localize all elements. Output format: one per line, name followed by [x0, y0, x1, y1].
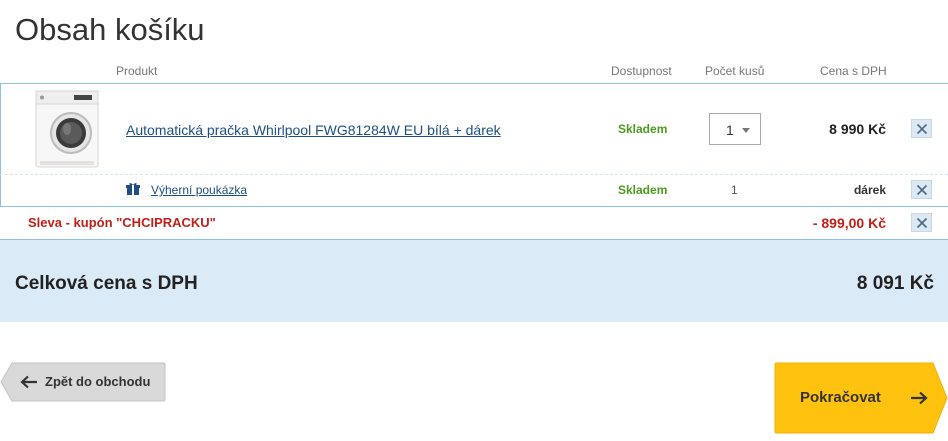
discount-label: Sleva - kupón "CHCIPRACKU": [28, 215, 216, 230]
header-price: Cena s DPH: [820, 64, 887, 78]
item-price: 8 990 Kč: [829, 121, 886, 137]
quantity-value: 1: [731, 183, 738, 197]
arrow-left-icon: [20, 375, 37, 389]
header-product: Produkt: [116, 64, 158, 78]
back-button-label: Zpět do obchodu: [45, 374, 151, 389]
page-title: Obsah košíku: [15, 12, 205, 47]
washing-machine-image[interactable]: [34, 89, 100, 169]
product-link[interactable]: Automatická pračka Whirlpool FWG81284W E…: [126, 122, 501, 138]
total-value: 8 091 Kč: [856, 273, 934, 294]
cart-table-border: [0, 84, 1, 207]
back-to-shop-button[interactable]: Zpět do obchodu: [0, 362, 166, 402]
voucher-link[interactable]: Výherní poukázka: [151, 183, 247, 197]
quantity-select[interactable]: 1: [709, 113, 761, 145]
availability-status: Skladem: [618, 183, 668, 197]
item-price: dárek: [853, 183, 886, 197]
remove-item-button[interactable]: [911, 119, 932, 138]
availability-status: Skladem: [618, 122, 668, 136]
arrow-right-icon: [911, 391, 928, 405]
close-icon: [916, 123, 928, 135]
gift-icon: [126, 183, 140, 195]
discount-amount: - 899,00 Kč: [812, 215, 886, 231]
total-label: Celková cena s DPH: [15, 273, 198, 294]
quantity-value: 1: [726, 122, 734, 138]
header-quantity: Počet kusů: [705, 64, 765, 78]
remove-coupon-button[interactable]: [911, 213, 932, 232]
close-icon: [916, 217, 928, 229]
remove-item-button[interactable]: [911, 180, 932, 199]
continue-button-label: Pokračovat: [800, 389, 881, 406]
row-divider: [0, 174, 948, 175]
continue-button[interactable]: Pokračovat: [774, 362, 948, 434]
row-divider: [0, 206, 948, 207]
header-availability: Dostupnost: [611, 64, 672, 78]
chevron-down-icon: [742, 128, 750, 133]
total-bar: Celková cena s DPH 8 091 Kč: [0, 240, 948, 322]
close-icon: [916, 184, 928, 196]
